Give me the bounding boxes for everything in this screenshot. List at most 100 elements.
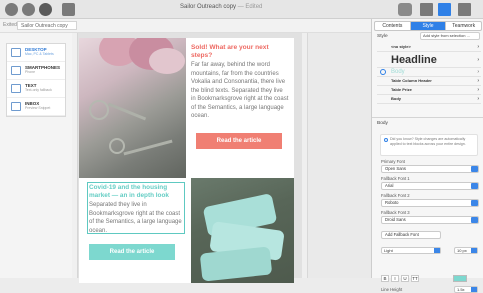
fallback-2-value: Roboto <box>385 200 399 205</box>
notice-text: Did you know? Style changes are automati… <box>390 137 466 146</box>
style-item[interactable]: Table Column Header › <box>377 77 481 86</box>
article-2-headline[interactable]: Covid-19 and the housing market — an in … <box>89 184 185 200</box>
cloud-icon[interactable] <box>398 3 412 16</box>
style-notice: Did you know? Style changes are automati… <box>380 134 478 156</box>
inspector-tabs: Contents Style Teamwork <box>374 21 482 31</box>
fallback-1-select[interactable]: Arial <box>381 182 479 190</box>
fallback-3-select[interactable]: Droid Sans <box>381 216 479 224</box>
inspector-panel: Contents Style Teamwork Style Add style fr… <box>371 19 483 293</box>
add-icon[interactable] <box>438 3 451 16</box>
style-item-label: Table Prize <box>391 87 412 92</box>
article-2-button[interactable]: Read the article <box>89 244 175 260</box>
style-section-label: Style <box>377 34 388 39</box>
keys-flowers-image <box>79 38 186 183</box>
layout-icon[interactable] <box>420 3 433 16</box>
tab-contents[interactable]: Contents <box>375 22 411 30</box>
info-icon <box>384 138 388 142</box>
fallback-1-value: Arial <box>385 183 394 188</box>
article-2-body[interactable]: Separated they live in Bookmarksgrove ri… <box>89 201 185 235</box>
format-button[interactable]: B <box>381 275 389 282</box>
format-button[interactable]: U <box>401 275 409 282</box>
tab-style[interactable]: Style <box>410 22 447 30</box>
publish-icon[interactable] <box>22 3 35 16</box>
article-1-button[interactable]: Read the article <box>196 133 282 149</box>
style-item[interactable]: Table Prize › <box>377 86 481 95</box>
vertical-ruler <box>72 33 78 278</box>
tab-teamwork[interactable]: Teamwork <box>446 22 481 30</box>
sidebar-icon[interactable] <box>458 3 471 16</box>
fallback-3-value: Droid Sans <box>385 217 406 222</box>
style-item-label: Table Column Header <box>391 78 432 83</box>
chevron-down-icon <box>434 248 440 253</box>
device-item-smartphones[interactable]: SMARTPHONES Phone <box>7 62 65 80</box>
fallback-1-label: Fallback Font 1 <box>381 176 410 181</box>
style-item[interactable]: <no style> › <box>377 43 481 52</box>
font-weight-value: Light <box>384 248 393 253</box>
device-item-inbox[interactable]: INBOX Preview Snippet <box>7 98 65 116</box>
chevron-right-icon: › <box>477 44 479 50</box>
add-style-select[interactable]: Add style from selection ... <box>420 32 480 40</box>
chevron-down-icon <box>471 217 478 223</box>
format-button[interactable]: TT <box>411 275 419 282</box>
chevron-right-icon: › <box>477 87 479 93</box>
divider <box>372 117 483 118</box>
style-item[interactable]: Body › <box>377 95 481 104</box>
primary-font-value: Open Sans <box>385 166 406 171</box>
chevron-down-icon <box>471 287 477 292</box>
key-shaft <box>107 102 147 121</box>
primary-font-select[interactable]: Open Sans <box>381 165 479 173</box>
style-item[interactable]: Body › <box>377 68 481 77</box>
chevron-right-icon: › <box>477 78 479 84</box>
check-icon[interactable] <box>39 3 52 16</box>
device-subtitle: Preview Snippet <box>25 106 51 110</box>
device-icon <box>11 48 21 57</box>
text-color-swatch[interactable] <box>453 275 467 282</box>
window-title: Sailor Outreach copy — Edited <box>180 4 262 10</box>
style-item-label: Headline <box>391 54 437 66</box>
preview-icon[interactable] <box>5 3 18 16</box>
device-item-text[interactable]: TEXT Text-only fallback <box>7 80 65 98</box>
article-card-1[interactable]: Sold! What are your next steps? Far far … <box>79 38 294 183</box>
chevron-down-icon <box>471 183 478 189</box>
add-fallback-font-button[interactable]: Add Fallback Font <box>381 231 441 239</box>
article-1-body[interactable]: Far far away, behind the word mountains,… <box>191 61 289 121</box>
device-name: DESKTOP <box>25 47 47 52</box>
doc-name-field[interactable]: Sailor Outreach copy <box>17 21 77 30</box>
chevron-down-icon <box>471 200 478 206</box>
device-subtitle: Mac, PC & Tablets <box>25 52 54 56</box>
key-ring <box>89 100 109 120</box>
style-item[interactable]: Headline › <box>377 52 481 68</box>
chevron-down-icon <box>471 248 477 253</box>
vertical-scrollbar[interactable] <box>302 33 308 278</box>
article-card-2[interactable]: Covid-19 and the housing market — an in … <box>79 178 294 283</box>
chevron-right-icon: › <box>477 57 479 63</box>
window-edited-status: — Edited <box>237 4 263 10</box>
style-item-label: <no style> <box>391 44 411 49</box>
format-button[interactable]: I <box>391 275 399 282</box>
device-list: DESKTOP Mac, PC & Tablets SMARTPHONES Phone… <box>6 43 66 117</box>
device-subtitle: Phone <box>25 70 36 74</box>
font-weight-select[interactable]: Light <box>381 247 441 254</box>
window-title-text: Sailor Outreach copy <box>180 4 237 10</box>
device-name: SMARTPHONES <box>25 65 61 70</box>
device-panel: DESKTOP Mac, PC & Tablets SMARTPHONES Phone… <box>0 33 72 278</box>
fallback-2-select[interactable]: Roboto <box>381 199 479 207</box>
device-subtitle: Text-only fallback <box>25 88 52 92</box>
line-height-select[interactable]: 1.5x <box>454 286 478 293</box>
body-section-label: Body <box>377 121 388 126</box>
style-item-label: Body <box>391 69 405 75</box>
fallback-3-label: Fallback Font 3 <box>381 210 410 215</box>
font-size-select[interactable]: 10 px <box>454 247 478 254</box>
device-icon <box>11 66 21 75</box>
share-icon[interactable] <box>62 3 75 16</box>
title-bar: Sailor Outreach copy — Edited <box>0 0 483 19</box>
face-masks-image <box>191 178 294 283</box>
style-item-label: Body <box>391 96 401 101</box>
device-name: INBOX <box>25 101 40 106</box>
device-item-desktop[interactable]: DESKTOP Mac, PC & Tablets <box>7 44 65 62</box>
radio-icon <box>380 69 386 75</box>
fallback-2-label: Fallback Font 2 <box>381 193 410 198</box>
article-1-headline[interactable]: Sold! What are your next steps? <box>191 44 289 60</box>
doc-label: Exited <box>3 22 17 28</box>
document-bar: Exited Sailor Outreach copy <box>0 19 371 33</box>
